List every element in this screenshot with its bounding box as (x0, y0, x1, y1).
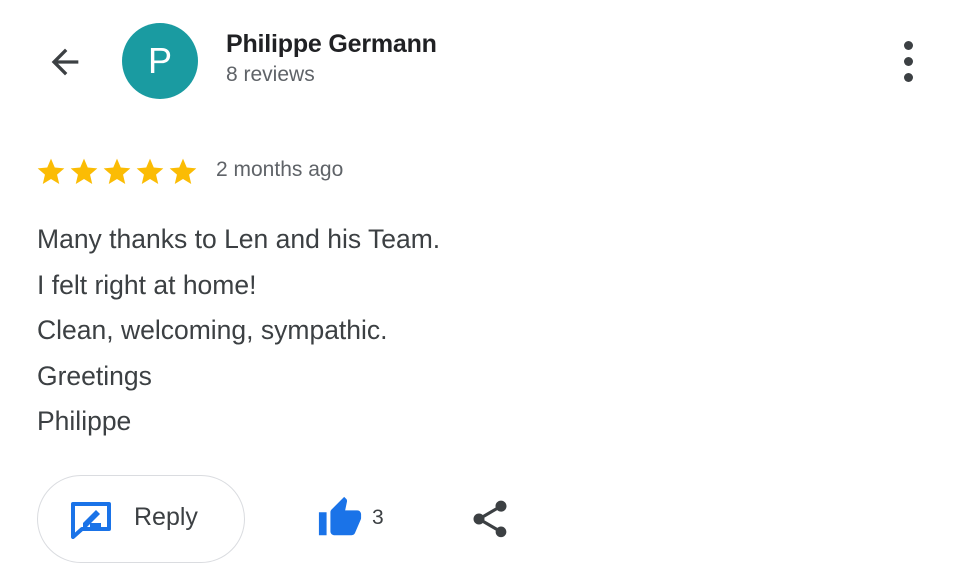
star-icon (169, 158, 197, 184)
more-vert-icon-dot (903, 72, 913, 82)
more-options-button[interactable] (888, 38, 928, 84)
like-count: 3 (372, 506, 384, 529)
rate-review-icon (71, 502, 111, 539)
reply-label: Reply (134, 503, 198, 531)
thumb-up-icon (318, 496, 362, 536)
review-text-line: Philippe (37, 406, 132, 436)
back-button[interactable] (38, 38, 92, 86)
review-text-line: Many thanks to Len and his Team. (37, 224, 441, 254)
reply-button[interactable]: Reply (37, 475, 245, 563)
avatar[interactable]: P (122, 23, 198, 99)
review-text-line: Greetings (37, 360, 152, 391)
review-text-line: I felt right at home! (37, 269, 257, 300)
more-vert-icon-dot (903, 56, 913, 66)
arrow-left-icon (51, 48, 79, 76)
review-text-line: Clean, welcoming, sympathic. (37, 315, 388, 345)
review-time: 2 months ago (216, 158, 344, 181)
avatar-initial: P (147, 40, 172, 81)
review-detail-screen: P Philippe Germann 8 reviews 2 months ag… (0, 0, 971, 583)
star-icon (37, 158, 65, 184)
star-icon (136, 158, 164, 184)
share-button[interactable] (466, 494, 514, 544)
share-icon (473, 500, 507, 538)
star-rating (35, 155, 199, 189)
like-button[interactable] (310, 490, 370, 546)
reviewer-name[interactable]: Philippe Germann (226, 30, 437, 59)
more-vert-icon (903, 40, 913, 50)
star-icon (103, 158, 131, 184)
review-text: Many thanks to Len and his Team. I felt r… (37, 219, 440, 447)
star-icon (70, 158, 98, 184)
reviewer-review-count: 8 reviews (226, 63, 315, 86)
